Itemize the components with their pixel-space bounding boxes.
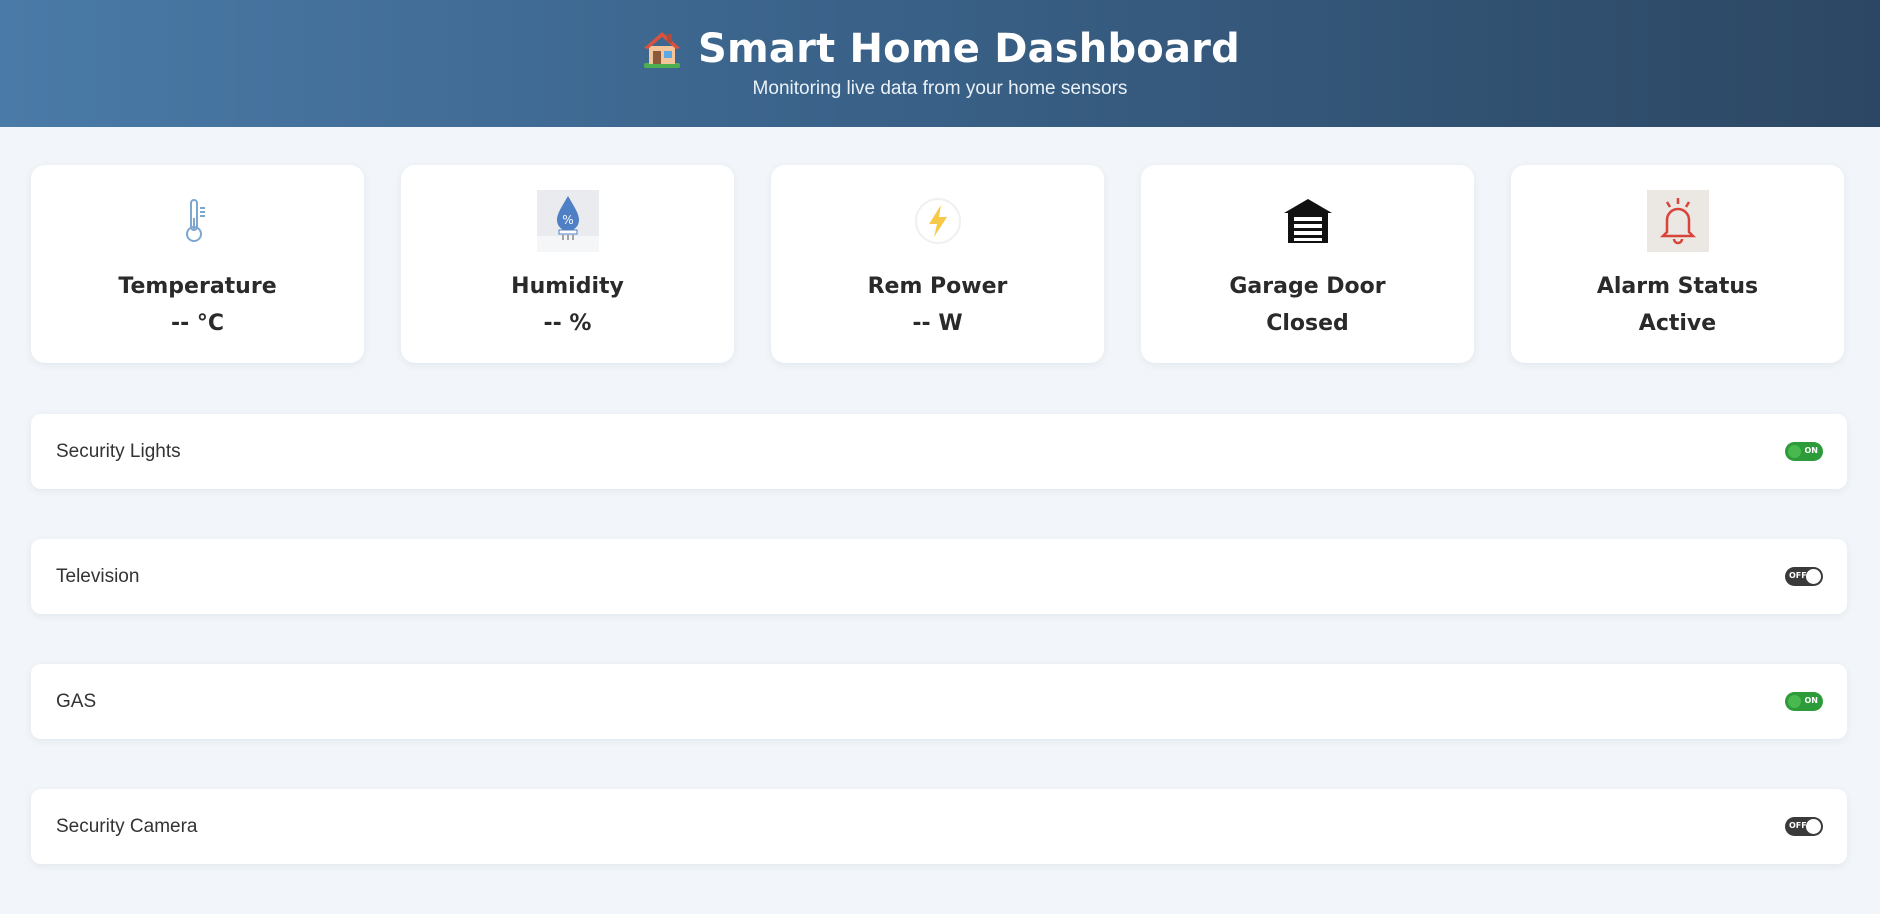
- device-list: Security Lights ON Television OFF GAS ON…: [31, 414, 1847, 914]
- toggle-state: OFF: [1789, 571, 1807, 580]
- card-rem-power: Rem Power -- W: [771, 165, 1104, 363]
- house-icon: [644, 32, 681, 68]
- card-label: Alarm Status: [1596, 274, 1759, 299]
- television-toggle[interactable]: OFF: [1785, 567, 1823, 586]
- card-label: Garage Door: [1229, 274, 1386, 299]
- thermometer-icon: [167, 190, 229, 252]
- card-label: Temperature: [118, 274, 277, 299]
- device-name: Security Lights: [56, 440, 181, 462]
- bell-icon: [1646, 190, 1709, 252]
- device-row-security-lights: Security Lights ON: [31, 414, 1847, 489]
- card-value: -- W: [912, 311, 963, 336]
- page-title: Smart Home Dashboard: [698, 26, 1240, 72]
- toggle-knob: [1787, 444, 1802, 459]
- svg-text:%: %: [562, 213, 573, 227]
- page-header: Smart Home Dashboard Monitoring live dat…: [0, 0, 1880, 127]
- device-name: Television: [56, 565, 140, 587]
- garage-icon: [1277, 190, 1339, 252]
- page-subtitle: Monitoring live data from your home sens…: [752, 78, 1128, 99]
- device-row-television: Television OFF: [31, 539, 1847, 614]
- card-value: Closed: [1266, 311, 1349, 336]
- card-value: -- °C: [170, 311, 225, 336]
- card-value: -- %: [543, 311, 592, 336]
- header-title-row: Smart Home Dashboard: [0, 26, 1880, 72]
- card-label: Rem Power: [867, 274, 1008, 299]
- toggle-state: OFF: [1789, 821, 1807, 830]
- toggle-knob: [1806, 819, 1821, 834]
- card-alarm-status: Alarm Status Active: [1511, 165, 1844, 363]
- toggle-knob: [1787, 694, 1802, 709]
- security-lights-toggle[interactable]: ON: [1785, 442, 1823, 461]
- device-name: Security Camera: [56, 815, 198, 837]
- toggle-state: ON: [1804, 696, 1819, 705]
- device-name: GAS: [56, 690, 97, 712]
- security-camera-toggle[interactable]: OFF: [1785, 817, 1823, 836]
- card-label: Humidity: [511, 274, 624, 299]
- lightning-icon: [907, 190, 969, 252]
- sensor-cards: Temperature -- °C % Humidity -- % Rem Po…: [31, 165, 1844, 363]
- card-value: Active: [1638, 311, 1717, 336]
- device-row-gas: GAS ON: [31, 664, 1847, 739]
- humidity-icon: %: [536, 190, 599, 252]
- toggle-state: ON: [1804, 446, 1819, 455]
- card-temperature: Temperature -- °C: [31, 165, 364, 363]
- card-garage-door: Garage Door Closed: [1141, 165, 1474, 363]
- device-row-security-camera: Security Camera OFF: [31, 789, 1847, 864]
- toggle-knob: [1806, 569, 1821, 584]
- card-humidity: % Humidity -- %: [401, 165, 734, 363]
- gas-toggle[interactable]: ON: [1785, 692, 1823, 711]
